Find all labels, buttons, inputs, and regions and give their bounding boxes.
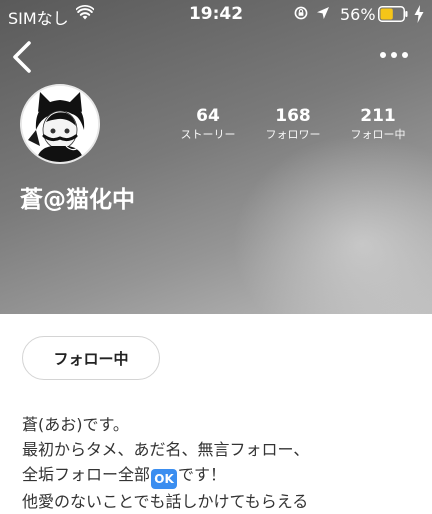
stat-followers[interactable]: 168 フォロワー <box>253 106 333 143</box>
more-options-button[interactable] <box>378 46 410 64</box>
status-bar: SIMなし 19:42 56% <box>0 0 432 30</box>
rotation-lock-icon <box>294 6 308 20</box>
stat-following-count: 211 <box>360 106 396 126</box>
avatar-illustration <box>22 86 98 162</box>
avatar[interactable] <box>20 84 100 164</box>
stat-followers-label: フォロワー <box>265 128 321 141</box>
following-button[interactable]: フォロー中 <box>22 336 160 380</box>
stat-stories-count: 64 <box>196 106 220 126</box>
location-arrow-icon <box>317 7 329 19</box>
bio-line: 最初からタメ、あだ名、無言フォロー、 <box>22 440 310 459</box>
bio-line: 蒼(あお)です。 <box>22 415 129 434</box>
bio-line: 全垢フォロー全部 OK です！ <box>22 462 422 489</box>
stat-followers-count: 168 <box>275 106 311 126</box>
bio-text: です！ <box>178 465 227 484</box>
charging-bolt-icon <box>414 5 424 23</box>
ok-emoji-icon: OK <box>151 469 178 489</box>
profile-bio: 蒼(あお)です。 最初からタメ、あだ名、無言フォロー、 全垢フォロー全部 OK です… <box>22 412 422 514</box>
bio-line: 他愛のないことでも話しかけてもらえる <box>22 492 309 511</box>
stat-following-label: フォロー中 <box>350 128 406 141</box>
battery-icon <box>378 6 408 22</box>
profile-username: 蒼@猫化中 <box>20 187 135 213</box>
stat-stories[interactable]: 64 ストーリー <box>168 106 248 143</box>
bio-text: 全垢フォロー全部 <box>22 465 151 484</box>
stat-following[interactable]: 211 フォロー中 <box>338 106 418 143</box>
battery-percent: 56% <box>340 5 376 24</box>
stat-stories-label: ストーリー <box>180 128 236 141</box>
back-button[interactable] <box>8 40 36 74</box>
